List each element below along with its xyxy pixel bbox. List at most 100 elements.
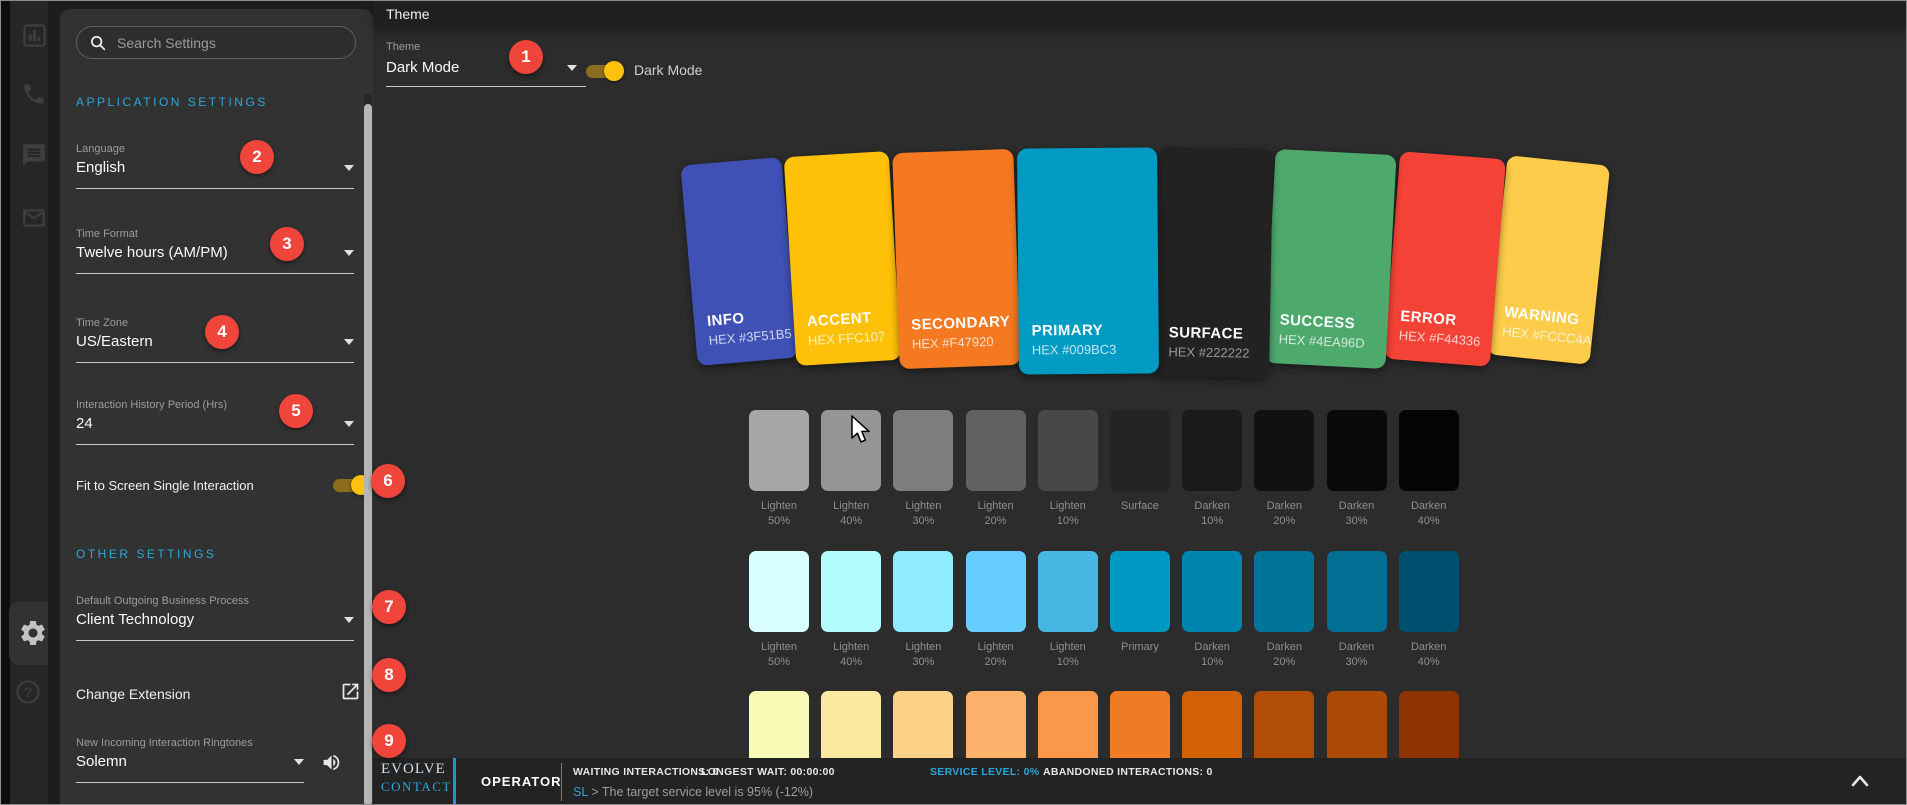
swatch-cell: Lighten20% bbox=[966, 410, 1026, 529]
settings-icon bbox=[18, 618, 48, 653]
swatch-cell: Lighten50% bbox=[749, 551, 809, 670]
color-swatch[interactable] bbox=[1182, 551, 1242, 632]
field-label: New Incoming Interaction Ringtones bbox=[76, 737, 304, 749]
swatch-cell: Darken40% bbox=[1399, 410, 1459, 529]
palette-card-success: SUCCESSHEX #4EA96D bbox=[1264, 149, 1396, 369]
open-in-new-icon[interactable] bbox=[340, 681, 361, 707]
field-value: 24 bbox=[76, 415, 93, 432]
chevron-down-icon[interactable] bbox=[294, 759, 304, 765]
chevron-down-icon[interactable] bbox=[567, 65, 577, 71]
search-settings-box[interactable] bbox=[76, 26, 356, 59]
field-ringtones[interactable]: New Incoming Interaction Ringtones Solem… bbox=[76, 737, 304, 783]
color-swatch[interactable] bbox=[966, 551, 1026, 632]
help-icon[interactable]: ? bbox=[14, 678, 42, 711]
logo-divider bbox=[453, 758, 456, 805]
palette-card-accent: ACCENTHEX FFC107 bbox=[784, 151, 902, 366]
phone-icon[interactable] bbox=[21, 81, 47, 112]
field-value: Solemn bbox=[76, 753, 127, 770]
swatch-label: Darken30% bbox=[1327, 640, 1387, 670]
logo-line-1: EVOLVE bbox=[381, 762, 452, 777]
swatch-label: Lighten20% bbox=[966, 640, 1026, 670]
color-swatch[interactable] bbox=[893, 551, 953, 632]
palette-card-surface: SURFACE HEX #222222 bbox=[1155, 147, 1273, 378]
chevron-down-icon[interactable] bbox=[344, 421, 354, 427]
search-input[interactable] bbox=[115, 34, 339, 52]
color-swatch[interactable] bbox=[749, 410, 809, 491]
swatch-label: Lighten50% bbox=[749, 499, 809, 529]
annotation-badge-5: 5 bbox=[279, 394, 313, 428]
color-swatch[interactable] bbox=[821, 551, 881, 632]
color-swatch[interactable] bbox=[1110, 551, 1170, 632]
field-default-outgoing-business-process[interactable]: Default Outgoing Business Process Client… bbox=[76, 595, 354, 641]
color-swatch[interactable] bbox=[749, 551, 809, 632]
metric-waiting-interactions: WAITING INTERACTIONS: 0 bbox=[573, 766, 719, 778]
swatch-label: Primary bbox=[1110, 640, 1170, 655]
color-swatch[interactable] bbox=[1399, 551, 1459, 632]
dark-mode-toggle-label: Dark Mode bbox=[634, 62, 702, 78]
panel-scrollbar-thumb[interactable] bbox=[364, 104, 372, 805]
color-swatch[interactable] bbox=[1399, 410, 1459, 491]
chevron-down-icon[interactable] bbox=[344, 250, 354, 256]
color-swatch[interactable] bbox=[966, 410, 1026, 491]
palette-card-hex: HEX FFC107 bbox=[807, 329, 885, 349]
chevron-up-icon[interactable] bbox=[1849, 772, 1871, 795]
chevron-down-icon[interactable] bbox=[344, 165, 354, 171]
color-swatch[interactable] bbox=[1110, 410, 1170, 491]
palette-card-name: SURFACE bbox=[1169, 324, 1250, 342]
color-swatch[interactable] bbox=[1038, 410, 1098, 491]
speaker-icon[interactable] bbox=[321, 752, 342, 778]
palette-card-hex: HEX #F44336 bbox=[1398, 328, 1481, 349]
field-language[interactable]: Language English bbox=[76, 143, 354, 189]
section-application-settings: APPLICATION SETTINGS bbox=[76, 95, 268, 109]
field-label: Language bbox=[76, 143, 354, 155]
color-swatch[interactable] bbox=[1327, 410, 1387, 491]
swatch-cell: Surface bbox=[1110, 410, 1170, 529]
annotation-badge-1: 1 bbox=[509, 40, 543, 74]
swatch-label: Darken40% bbox=[1399, 499, 1459, 529]
theme-dropdown[interactable]: Dark Mode bbox=[386, 59, 586, 87]
swatch-cell: Darken20% bbox=[1254, 410, 1314, 529]
annotation-badge-3: 3 bbox=[270, 227, 304, 261]
palette-card-hex: HEX #222222 bbox=[1168, 344, 1249, 360]
fit-to-screen-row: Fit to Screen Single Interaction bbox=[76, 478, 369, 493]
annotation-badge-6: 6 bbox=[371, 464, 405, 498]
field-time-format[interactable]: Time Format Twelve hours (AM/PM) bbox=[76, 228, 354, 274]
palette-card-hex: HEX #3F51B5 bbox=[708, 326, 792, 348]
color-swatch[interactable] bbox=[1254, 551, 1314, 632]
swatch-cell: Lighten40% bbox=[821, 551, 881, 670]
dark-mode-toggle[interactable] bbox=[586, 65, 622, 78]
field-value: Twelve hours (AM/PM) bbox=[76, 244, 228, 261]
swatch-label: Darken20% bbox=[1254, 499, 1314, 529]
chevron-down-icon[interactable] bbox=[344, 617, 354, 623]
operator-label: OPERATOR bbox=[481, 774, 561, 789]
palette-card-name: ACCENT bbox=[806, 309, 884, 331]
palette-card-secondary: SECONDARYHEX #F47920 bbox=[892, 149, 1020, 369]
color-swatch[interactable] bbox=[1038, 551, 1098, 632]
annotation-badge-9: 9 bbox=[372, 724, 406, 758]
palette-card-error: ERRORHEX #F44336 bbox=[1384, 151, 1506, 367]
chat-icon[interactable] bbox=[21, 142, 47, 173]
swatch-label: Surface bbox=[1110, 499, 1170, 514]
chevron-down-icon[interactable] bbox=[344, 339, 354, 345]
color-swatch[interactable] bbox=[1182, 410, 1242, 491]
swatch-row-primary-shades: Lighten50%Lighten40%Lighten30%Lighten20%… bbox=[749, 551, 1459, 670]
annotation-badge-8: 8 bbox=[372, 658, 406, 692]
annotation-badge-7: 7 bbox=[372, 590, 406, 624]
annotation-badge-2: 2 bbox=[240, 140, 274, 174]
logo-line-2: CONTACT bbox=[381, 780, 452, 793]
field-value: English bbox=[76, 159, 125, 176]
mail-icon[interactable] bbox=[21, 205, 47, 236]
color-swatch[interactable] bbox=[821, 410, 881, 491]
swatch-label: Lighten20% bbox=[966, 499, 1026, 529]
swatch-cell: Lighten10% bbox=[1038, 551, 1098, 670]
page-title: Theme bbox=[386, 6, 430, 22]
color-swatch[interactable] bbox=[893, 410, 953, 491]
swatch-label: Lighten50% bbox=[749, 640, 809, 670]
sl-prefix: SL bbox=[573, 785, 588, 799]
swatch-cell: Darken10% bbox=[1182, 551, 1242, 670]
theme-field-label: Theme bbox=[386, 41, 420, 53]
color-swatch[interactable] bbox=[1327, 551, 1387, 632]
settings-window: ? APPLICATION SETTINGS Language English … bbox=[0, 0, 1907, 805]
color-swatch[interactable] bbox=[1254, 410, 1314, 491]
reports-icon[interactable] bbox=[21, 22, 48, 54]
